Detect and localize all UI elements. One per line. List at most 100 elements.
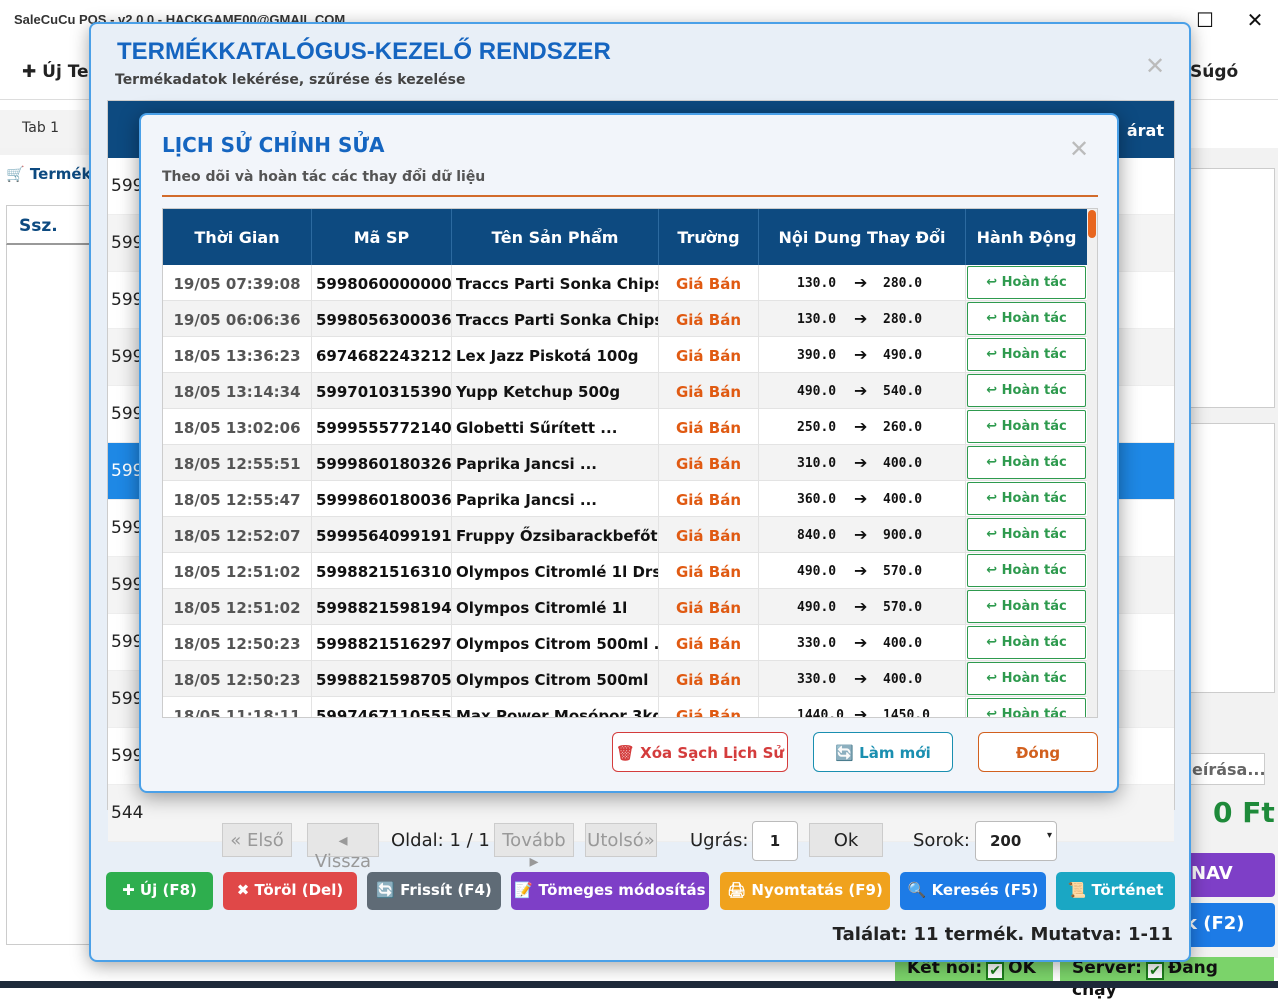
- undo-button[interactable]: ↩ Hoàn tác: [967, 482, 1086, 515]
- result-status: Találat: 11 termék. Mutatva: 1-11: [832, 924, 1173, 945]
- history-row[interactable]: 18/05 12:55:51 5999860180326 Paprika Jancs…: [163, 445, 1087, 481]
- history-row[interactable]: 19/05 06:06:36 5998056300036 Traccs Parti …: [163, 301, 1087, 337]
- history-row[interactable]: 18/05 13:14:34 5997010315390 Yupp Ketchup …: [163, 373, 1087, 409]
- jump-page-input[interactable]: 1: [752, 821, 798, 861]
- history-title: LỊCH SỬ CHỈNH SỬA: [162, 133, 385, 157]
- nav-button[interactable]: NAV: [1185, 853, 1275, 897]
- first-page-button[interactable]: « Első: [222, 823, 292, 857]
- undo-button[interactable]: ↩ Hoàn tác: [967, 266, 1086, 299]
- undo-button[interactable]: ↩ Hoàn tác: [967, 446, 1086, 479]
- scroll-thumb[interactable]: [1088, 210, 1096, 238]
- description-input[interactable]: eírása...: [1187, 753, 1266, 785]
- search-button[interactable]: 🔍 Keresés (F5): [900, 872, 1046, 910]
- undo-button[interactable]: ↩ Hoàn tác: [967, 518, 1086, 551]
- bulk-edit-button[interactable]: 📝 Tömeges módosítás: [511, 872, 709, 910]
- history-row[interactable]: 18/05 12:50:23 5998821598705 Olympos Citro…: [163, 661, 1087, 697]
- close-history-button[interactable]: Đóng: [978, 732, 1098, 772]
- history-scrollbar[interactable]: [1087, 209, 1097, 717]
- new-product-button[interactable]: ✚ Új (F8): [106, 872, 213, 910]
- history-button[interactable]: 📜 Történet: [1056, 872, 1175, 910]
- undo-button[interactable]: ↩ Hoàn tác: [967, 590, 1086, 623]
- history-row[interactable]: 18/05 12:52:07 5999564099191 Fruppy Őzsiba…: [163, 517, 1087, 553]
- print-button[interactable]: 🖨 Nyomtatás (F9): [720, 872, 890, 910]
- col-action[interactable]: Hành Động: [966, 209, 1087, 265]
- undo-button[interactable]: ↩ Hoàn tác: [967, 410, 1086, 443]
- history-row[interactable]: 18/05 12:51:02 5998821516310 Olympos Citro…: [163, 553, 1087, 589]
- new-value: 1450.0: [883, 708, 930, 718]
- help-button[interactable]: Súgó: [1190, 62, 1238, 82]
- history-product-code: 5998821516297: [312, 625, 452, 661]
- history-row[interactable]: 18/05 13:02:06 5999555772140 Globetti Sűrí…: [163, 409, 1087, 445]
- history-time: 18/05 11:18:11: [163, 697, 312, 717]
- history-field: Giá Bán: [659, 409, 759, 445]
- right-info-box-2: [1185, 423, 1275, 693]
- close-window-icon[interactable]: ✕: [1240, 8, 1270, 32]
- delete-button[interactable]: ✖ Töröl (Del): [223, 872, 357, 910]
- catalog-title: TERMÉKKATALÓGUS-KEZELŐ RENDSZER: [117, 38, 611, 65]
- product-panel-header: 🛒 Termék: [6, 165, 92, 183]
- old-value: 490.0: [797, 600, 837, 615]
- history-row[interactable]: 18/05 13:36:23 6974682243212 Lex Jazz Pisk…: [163, 337, 1087, 373]
- new-value: 540.0: [883, 384, 923, 399]
- history-product-code: 5998056300036: [312, 301, 452, 337]
- rows-per-page-select[interactable]: 200 ▾: [975, 821, 1057, 861]
- new-tab-button[interactable]: ✚ Új Te: [22, 62, 89, 82]
- history-row[interactable]: 19/05 07:39:08 5998060000000 Traccs Parti …: [163, 265, 1087, 301]
- history-time: 19/05 06:06:36: [163, 301, 312, 337]
- undo-button[interactable]: ↩ Hoàn tác: [967, 302, 1086, 335]
- old-value: 490.0: [797, 564, 837, 579]
- page-indicator: Oldal: 1 / 1: [391, 830, 490, 851]
- price-column-header[interactable]: árat: [1127, 121, 1164, 140]
- jump-ok-button[interactable]: Ok: [809, 823, 883, 857]
- history-row[interactable]: 18/05 12:55:47 5999860180036 Paprika Jancs…: [163, 481, 1087, 517]
- history-time: 18/05 12:50:23: [163, 625, 312, 661]
- maximize-icon[interactable]: ☐: [1190, 8, 1220, 32]
- history-field: Giá Bán: [659, 553, 759, 589]
- taskbar-strip: [0, 981, 1278, 988]
- history-product-code: 5998060000000: [312, 265, 452, 301]
- catalog-row-code: 544: [111, 803, 144, 823]
- refresh-button[interactable]: 🔄 Frissít (F4): [367, 872, 501, 910]
- undo-button[interactable]: ↩ Hoàn tác: [967, 662, 1086, 695]
- col-change[interactable]: Nội Dung Thay Đổi: [759, 209, 966, 265]
- col-name[interactable]: Tên Sản Phẩm: [452, 209, 659, 265]
- right-info-box: [1185, 168, 1275, 408]
- undo-button[interactable]: ↩ Hoàn tác: [967, 374, 1086, 407]
- undo-button[interactable]: ↩ Hoàn tác: [967, 626, 1086, 659]
- undo-button[interactable]: ↩ Hoàn tác: [967, 554, 1086, 587]
- history-table-header: Thời Gian Mã SP Tên Sản Phẩm Trường Nội …: [163, 209, 1087, 265]
- history-row[interactable]: 18/05 12:50:23 5998821516297 Olympos Citro…: [163, 625, 1087, 661]
- next-page-button[interactable]: Tovább ▸: [494, 823, 574, 872]
- col-time[interactable]: Thời Gian: [163, 209, 312, 265]
- history-product-name: Traccs Parti Sonka Chips...: [452, 265, 659, 301]
- catalog-close-icon[interactable]: ✕: [1145, 52, 1165, 80]
- history-row[interactable]: 18/05 12:51:02 5998821598194 Olympos Citro…: [163, 589, 1087, 625]
- history-field: Giá Bán: [659, 337, 759, 373]
- history-product-name: Paprika Jancsi ...: [452, 481, 659, 517]
- history-time: 18/05 13:02:06: [163, 409, 312, 445]
- history-product-name: Paprika Jancsi ...: [452, 445, 659, 481]
- refresh-icon: 🔄: [376, 881, 401, 899]
- history-product-code: 5999860180036: [312, 481, 452, 517]
- history-row[interactable]: 18/05 11:18:11 5997467110555 Max Power Mos…: [163, 697, 1087, 718]
- last-page-button[interactable]: Utolsó»: [585, 823, 657, 857]
- col-code[interactable]: Mã SP: [312, 209, 452, 265]
- undo-button[interactable]: ↩ Hoàn tác: [967, 698, 1086, 717]
- new-value: 900.0: [883, 528, 923, 543]
- f2-button[interactable]: k (F2): [1185, 903, 1275, 947]
- undo-button[interactable]: ↩ Hoàn tác: [967, 338, 1086, 371]
- tab-1[interactable]: Tab 1: [0, 110, 90, 148]
- new-value: 570.0: [883, 600, 923, 615]
- history-action-cell: ↩ Hoàn tác: [966, 373, 1087, 409]
- history-time: 18/05 12:51:02: [163, 589, 312, 625]
- col-field[interactable]: Trường: [659, 209, 759, 265]
- refresh-history-button[interactable]: 🔄 Làm mới: [813, 732, 953, 772]
- previous-page-button[interactable]: ◂ Vissza: [307, 823, 379, 872]
- clear-history-button[interactable]: 🗑 Xóa Sạch Lịch Sử: [612, 732, 788, 772]
- history-change: 390.0 ➔ 490.0: [759, 337, 966, 373]
- history-change: 490.0 ➔ 570.0: [759, 589, 966, 625]
- history-close-icon[interactable]: ✕: [1069, 135, 1089, 163]
- history-product-code: 5999555772140: [312, 409, 452, 445]
- jump-label: Ugrás:: [690, 830, 749, 851]
- ssz-column-header[interactable]: Ssz.: [6, 205, 92, 245]
